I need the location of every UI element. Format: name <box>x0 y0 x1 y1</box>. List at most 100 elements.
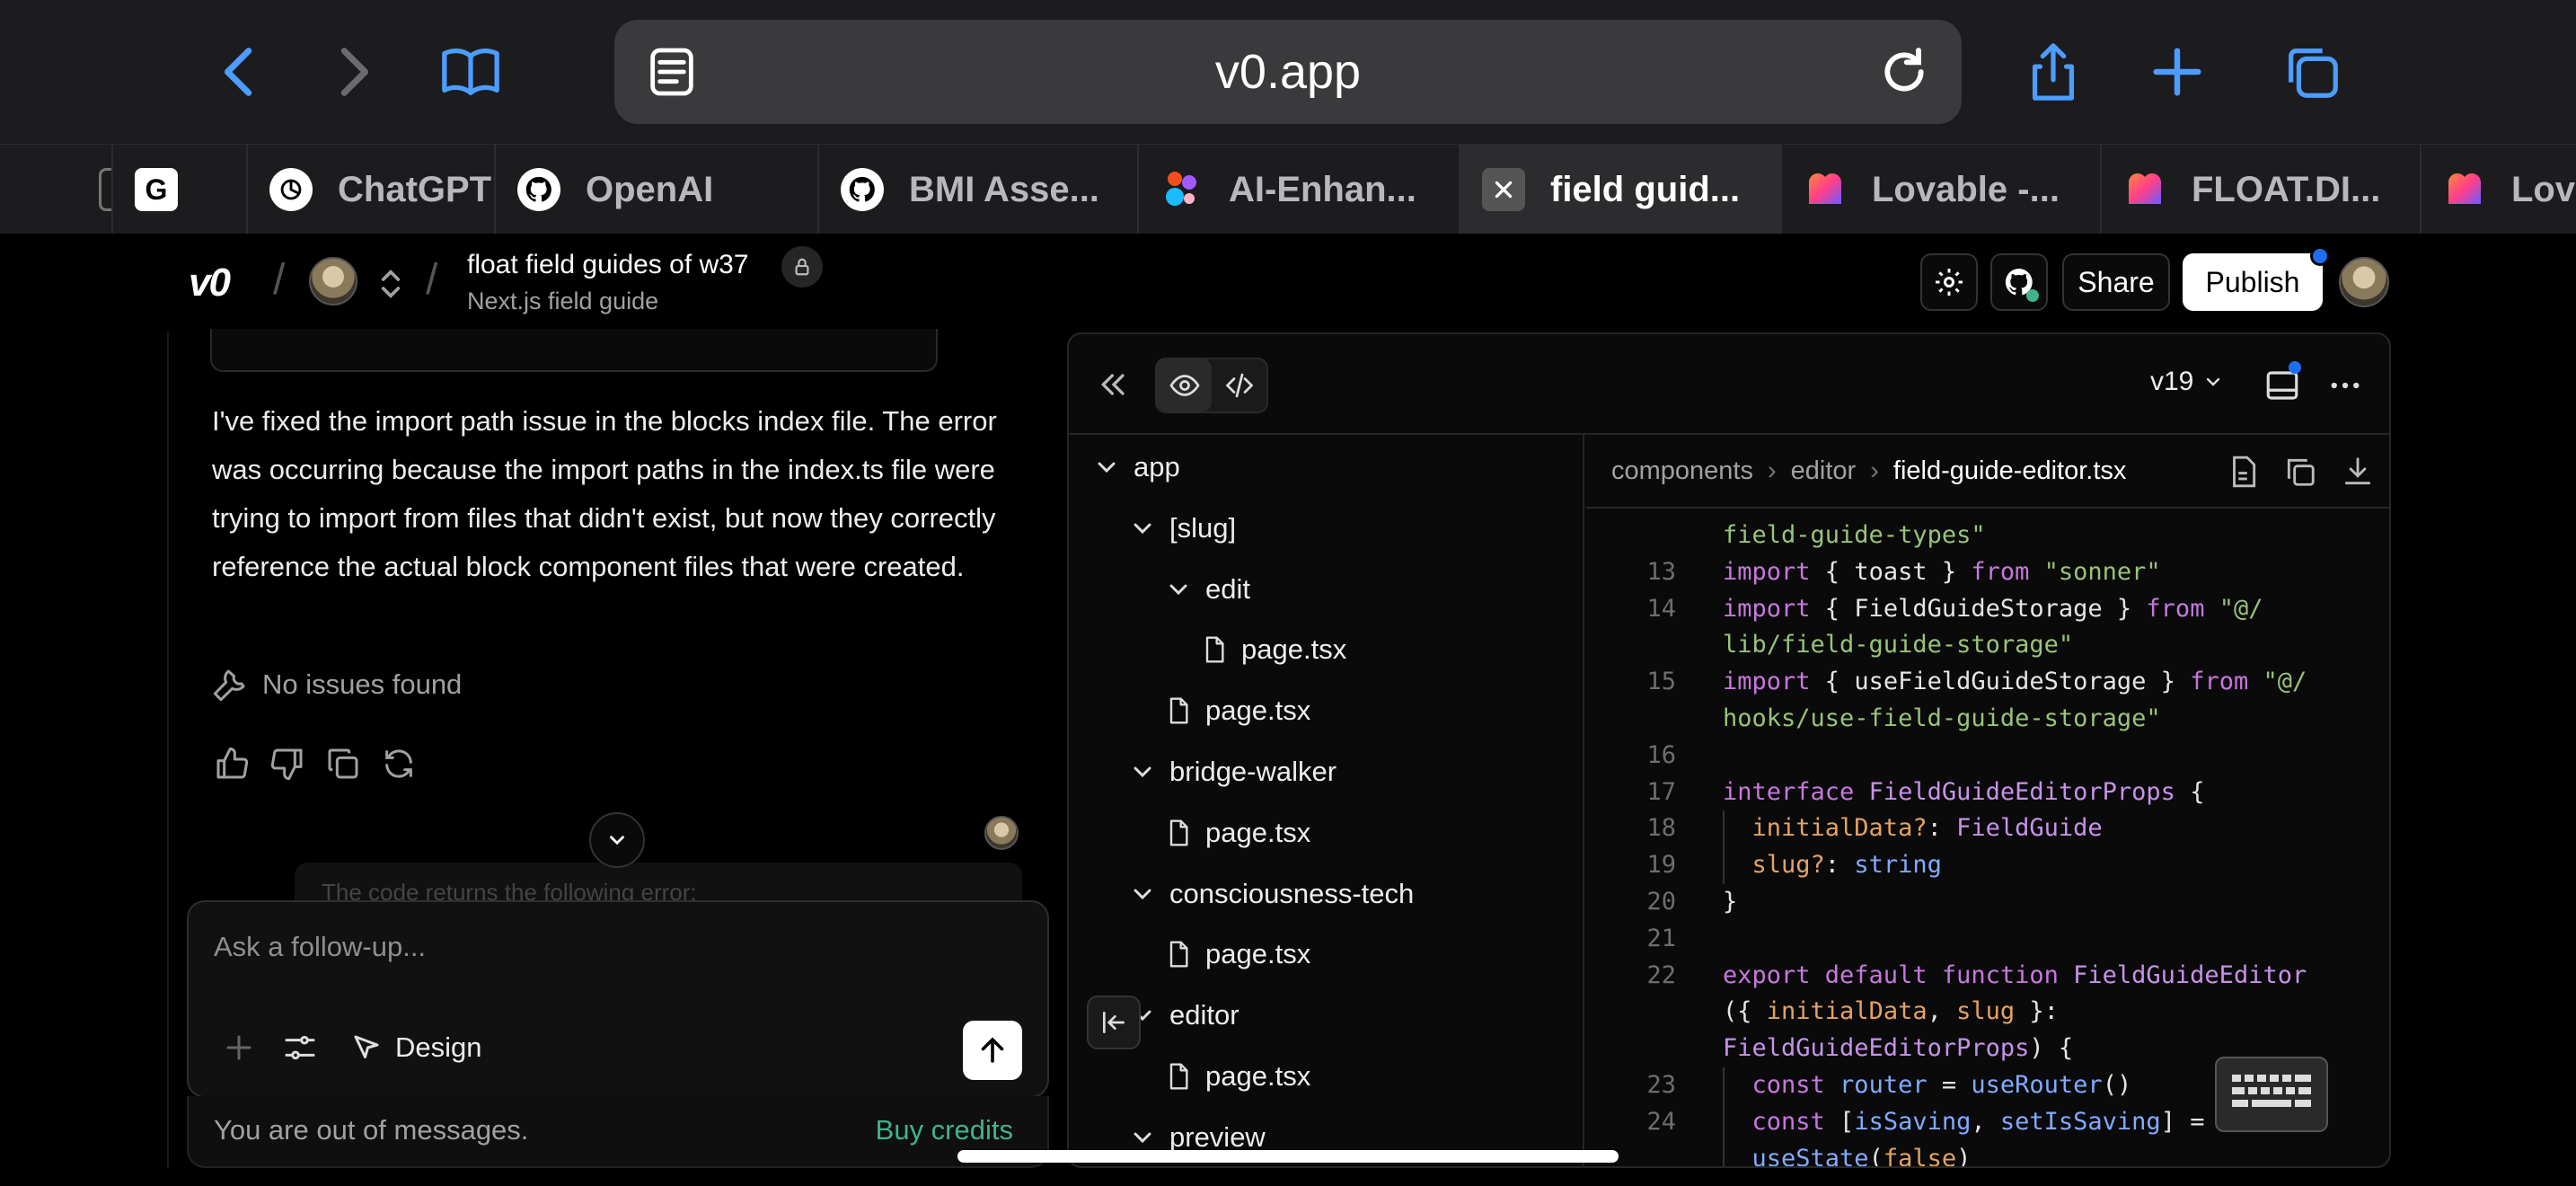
version-selector[interactable]: v19 <box>2150 367 2224 397</box>
settings-sliders-button[interactable] <box>282 1022 318 1073</box>
breadcrumb-item[interactable]: components <box>1611 456 1753 486</box>
tree-folder[interactable]: editor <box>1128 990 1239 1040</box>
back-icon[interactable] <box>205 36 277 108</box>
send-button[interactable] <box>963 1021 1022 1080</box>
code-text: slug?: string <box>1723 851 1942 880</box>
eye-icon <box>1169 375 1200 396</box>
line-number: 21 <box>1646 924 1676 952</box>
tree-folder[interactable]: consciousness-tech <box>1128 869 1414 919</box>
copy-icon[interactable] <box>2283 455 2317 489</box>
collapse-tree-button[interactable] <box>1087 996 1141 1049</box>
copy-icon[interactable] <box>325 746 361 782</box>
chevron-down-icon <box>2207 377 2220 386</box>
tab-lovable[interactable]: Lovable -... <box>1782 145 2102 234</box>
line-number: 15 <box>1646 668 1676 696</box>
more-icon[interactable] <box>2326 367 2364 404</box>
chevron-right-icon: › <box>1768 456 1777 485</box>
tree-label: consciousness-tech <box>1169 877 1415 909</box>
breadcrumb-separator: / <box>273 256 286 304</box>
github-button[interactable] <box>1990 253 2048 311</box>
figma-icon <box>1160 168 1204 211</box>
keyboard-icon[interactable] <box>2215 1057 2328 1132</box>
tab-1[interactable]: G <box>113 145 248 234</box>
chevron-updown-icon[interactable] <box>377 266 404 302</box>
indent-guide <box>1723 1067 1725 1166</box>
tab-label: AI-Enhan... <box>1229 169 1416 209</box>
new-tab-icon[interactable] <box>2141 36 2213 108</box>
v0-logo[interactable]: v0 <box>189 261 231 305</box>
arrow-left-bar-icon <box>1103 1012 1125 1033</box>
tree-file[interactable]: page.tsx <box>1164 1051 1310 1102</box>
user-avatar[interactable] <box>2339 257 2389 307</box>
share-icon[interactable] <box>2017 36 2089 108</box>
lovable-icon <box>1804 168 1847 211</box>
tree-folder[interactable]: [slug] <box>1128 503 1236 553</box>
lock-icon <box>781 246 823 288</box>
tree-folder[interactable]: app <box>1092 442 1180 492</box>
buy-credits-link[interactable]: Buy credits <box>876 1114 1013 1146</box>
tab-field-guide[interactable]: field guid... <box>1460 145 1782 234</box>
file-icon <box>1205 636 1224 663</box>
tab-bmi[interactable]: BMI Asse... <box>819 145 1139 234</box>
tree-file[interactable]: page.tsx <box>1164 686 1310 736</box>
code-text: FieldGuideEditorProps) { <box>1723 1034 2074 1063</box>
tab-openai[interactable]: OpenAI <box>496 145 819 234</box>
file-tree: app [slug] edit page.tsx page.tsx bridge-walk… <box>1069 435 1584 1166</box>
breadcrumb-item[interactable]: editor <box>1791 456 1857 486</box>
preview-tab[interactable] <box>1157 359 1212 412</box>
tree-label: page.tsx <box>1205 816 1311 848</box>
tree-label: edit <box>1205 572 1250 605</box>
settings-button[interactable] <box>1920 253 1978 311</box>
chat-panel: I've fixed the import path issue in the … <box>167 329 1065 1168</box>
code-tab[interactable] <box>1212 359 1266 412</box>
tree-folder[interactable]: bridge-walker <box>1128 747 1337 797</box>
collapse-panel-icon[interactable] <box>1096 367 1132 403</box>
tree-file[interactable]: page.tsx <box>1164 808 1310 858</box>
tab-lovable-2[interactable]: Lova <box>2422 145 2576 234</box>
tab-bar: G ChatGPT OpenAI BMI Asse... AI-Enhan...… <box>0 144 2576 234</box>
design-mode-button[interactable]: Design <box>350 1022 482 1073</box>
scroll-down-button[interactable] <box>589 812 645 868</box>
file-code-icon[interactable] <box>2226 455 2260 489</box>
code-text: } <box>1723 888 1738 916</box>
tab-label: FLOAT.DI... <box>2192 169 2381 209</box>
app-header: v0 / / float field guides of w37 Next.js… <box>0 234 2576 332</box>
share-button[interactable]: Share <box>2062 253 2170 311</box>
avatar[interactable] <box>309 257 357 305</box>
tab-float[interactable]: FLOAT.DI... <box>2102 145 2422 234</box>
g-icon: G <box>135 168 178 211</box>
tab-label: Lovable -... <box>1872 169 2060 209</box>
thumbs-down-icon[interactable] <box>269 746 305 782</box>
chevron-down-icon <box>1134 523 1151 534</box>
chat-composer[interactable]: Ask a follow-up... Design <box>187 900 1049 1098</box>
publish-button[interactable]: Publish <box>2183 253 2323 311</box>
tree-folder[interactable]: edit <box>1164 564 1250 615</box>
close-icon[interactable] <box>1482 168 1525 211</box>
tree-file[interactable]: page.tsx <box>1164 929 1310 979</box>
line-number: 16 <box>1646 740 1676 769</box>
chatgpt-icon <box>269 168 313 211</box>
tab-ai-enhan[interactable]: AI-Enhan... <box>1139 145 1460 234</box>
bookmarks-icon[interactable] <box>435 36 507 108</box>
reload-icon[interactable] <box>1875 43 1933 101</box>
retry-icon[interactable] <box>381 746 417 782</box>
tree-file[interactable]: page.tsx <box>1200 624 1346 675</box>
file-breadcrumb: components › editor › field-guide-editor… <box>1586 435 2389 509</box>
tab-chatgpt[interactable]: ChatGPT <box>248 145 496 234</box>
forward-icon[interactable] <box>316 36 388 108</box>
add-attachment-button[interactable] <box>223 1022 255 1073</box>
project-title[interactable]: float field guides of w37 <box>467 250 749 280</box>
followup-input[interactable]: Ask a follow-up... <box>214 931 426 963</box>
github-icon <box>841 168 884 211</box>
browser-toolbar: v0.app <box>0 0 2576 144</box>
thumbs-up-icon[interactable] <box>214 746 250 782</box>
tabs-overview-icon[interactable] <box>2276 36 2348 108</box>
address-bar[interactable]: v0.app <box>614 20 1962 124</box>
chevron-right-icon: › <box>1870 456 1879 485</box>
tree-label: preview <box>1169 1120 1266 1153</box>
lovable-icon <box>2123 168 2166 211</box>
download-icon[interactable] <box>2341 455 2375 489</box>
page-icon <box>99 168 111 211</box>
arrow-up-icon <box>981 1037 1004 1063</box>
tab-0[interactable] <box>0 145 113 234</box>
